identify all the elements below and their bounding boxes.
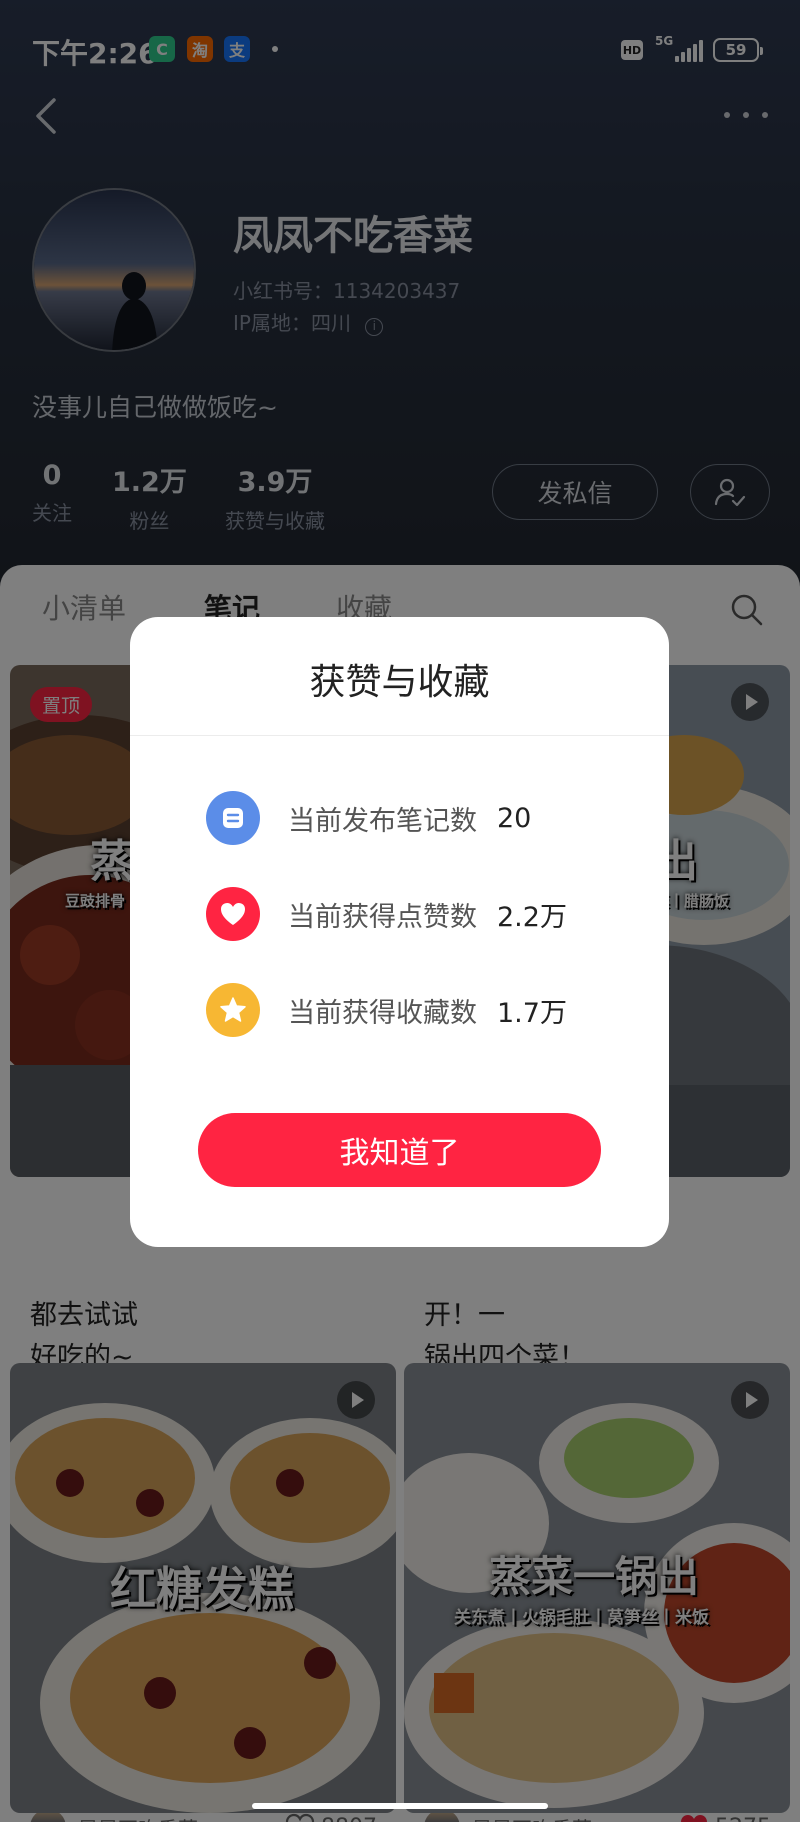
dialog-row-label: 当前获得收藏数	[288, 997, 477, 1029]
got-it-button[interactable]: 我知道了	[198, 1113, 601, 1187]
star-icon	[206, 983, 260, 1037]
dialog-row-value: 20	[497, 802, 532, 834]
dialog-row-value: 1.7万	[497, 997, 567, 1029]
heart-icon	[206, 887, 260, 941]
dialog-row-label: 当前发布笔记数	[288, 805, 477, 837]
home-indicator[interactable]	[252, 1803, 548, 1809]
dialog-title: 获赞与收藏	[309, 662, 490, 703]
likes-collects-dialog: 获赞与收藏 当前发布笔记数 20 当前获得点赞数 2.2万 当前获得收藏数 1.…	[130, 617, 669, 1247]
dialog-row-likes: 当前获得点赞数 2.2万	[206, 887, 567, 941]
note-icon	[206, 791, 260, 845]
dialog-row-collects: 当前获得收藏数 1.7万	[206, 983, 567, 1037]
dialog-row-notes: 当前发布笔记数 20	[206, 791, 531, 845]
dialog-divider	[130, 735, 669, 736]
dialog-row-value: 2.2万	[497, 901, 567, 933]
dialog-row-label: 当前获得点赞数	[288, 901, 477, 933]
